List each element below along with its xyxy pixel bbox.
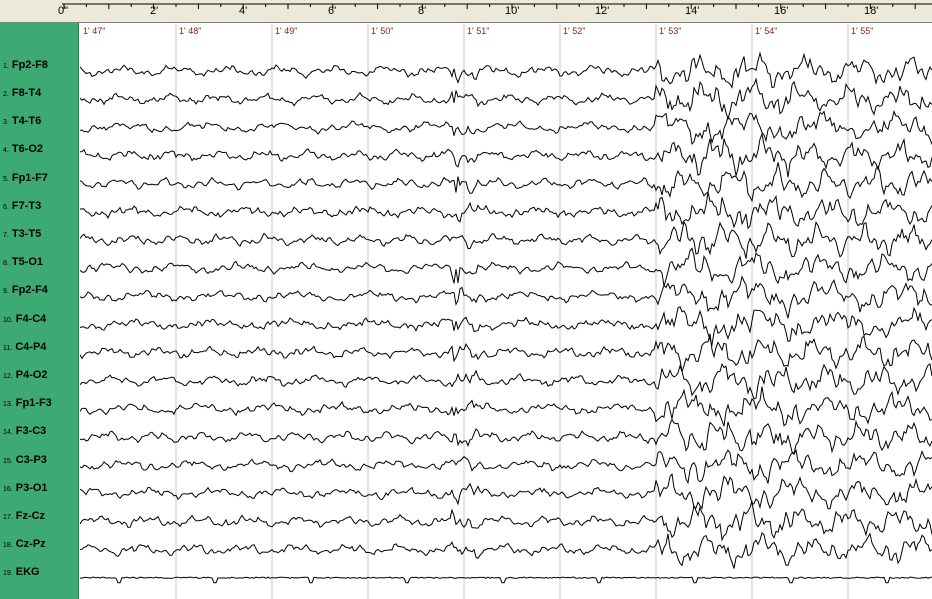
ruler-label: 12' [595,5,610,17]
eeg-channel-trace [80,77,932,121]
ruler-label: 14' [685,5,700,17]
channel-label[interactable]: 4. T6-O2 [3,141,43,155]
eeg-channel-trace [80,472,932,510]
ruler-label: 4' [239,5,248,17]
channel-label[interactable]: 15. C3-P3 [3,452,47,466]
eeg-channel-trace [80,191,932,230]
ruler-label: 8' [418,5,427,17]
ruler-label-start: 0" [58,5,69,17]
eeg-channel-trace [80,220,932,259]
second-marker-label: 1' 53" [659,26,682,36]
eeg-channel-trace [80,333,932,372]
eeg-channel-trace [80,132,932,178]
second-marker-label: 1' 52" [563,26,586,36]
second-marker-label: 1' 47" [83,26,106,36]
channel-label[interactable]: 9. Fp2-F4 [3,282,48,296]
eeg-channel-trace [80,51,932,89]
eeg-channel-trace [80,448,932,485]
eeg-channel-trace [80,247,932,287]
eeg-channel-trace [80,386,932,427]
channel-label[interactable]: 7. T3-T5 [3,226,41,240]
channel-label[interactable]: 2. F8-T4 [3,85,41,99]
eeg-channel-trace [80,109,932,145]
channel-label[interactable]: 12. P4-O2 [3,367,48,381]
eeg-traces [80,23,932,599]
channel-label[interactable]: 3. T4-T6 [3,113,41,127]
ruler-label: 18' [864,5,879,17]
eeg-channel-trace [80,531,932,569]
eeg-channel-trace [80,305,932,347]
channel-label[interactable]: 18. Cz-Pz [3,536,46,550]
channel-label[interactable]: 6. F7-T3 [3,198,41,212]
channel-label[interactable]: 11. C4-P4 [3,339,46,353]
ruler-label: 6' [328,5,337,17]
second-marker-label: 1' 48" [179,26,202,36]
channel-label[interactable]: 14. F3-C3 [3,423,46,437]
time-ruler[interactable]: 0" 2' 4' 6' 8' 10' 12' 14' 16' 18' [0,0,932,23]
eeg-channel-trace [80,275,932,319]
eeg-trace-area[interactable]: 1' 47" 1' 48" 1' 49" 1' 50" 1' 51" 1' 52… [80,23,932,599]
channel-label[interactable]: 8. T5-O1 [3,254,43,268]
ruler-label: 10' [505,5,520,17]
eeg-channel-trace [80,500,932,542]
channel-label[interactable]: 13. Fp1-F3 [3,395,52,409]
channel-label[interactable]: 19. EKG [3,564,40,578]
ruler-ticks [62,3,932,9]
second-marker-label: 1' 51" [467,26,490,36]
ruler-label: 16' [774,5,789,17]
second-marker-label: 1' 50" [371,26,394,36]
ruler-label: 2' [150,5,159,17]
second-marker-label: 1' 55" [851,26,874,36]
eeg-channel-trace [80,418,932,455]
channel-label[interactable]: 1. Fp2-F8 [3,57,48,71]
channel-sidebar: 1. Fp2-F8 2. F8-T4 3. T4-T6 4. T6-O2 5. Fp1-F… [0,23,79,599]
second-marker-label: 1' 54" [755,26,778,36]
second-marker-label: 1' 49" [275,26,298,36]
channel-label[interactable]: 16. P3-O1 [3,480,48,494]
channel-label[interactable]: 10. F4-C4 [3,311,46,325]
channel-label[interactable]: 5. Fp1-F7 [3,170,48,184]
eeg-channel-trace [80,162,932,203]
channel-label[interactable]: 17. Fz-Cz [3,508,45,522]
eeg-channel-trace [80,362,932,400]
ekg-trace [80,576,932,584]
